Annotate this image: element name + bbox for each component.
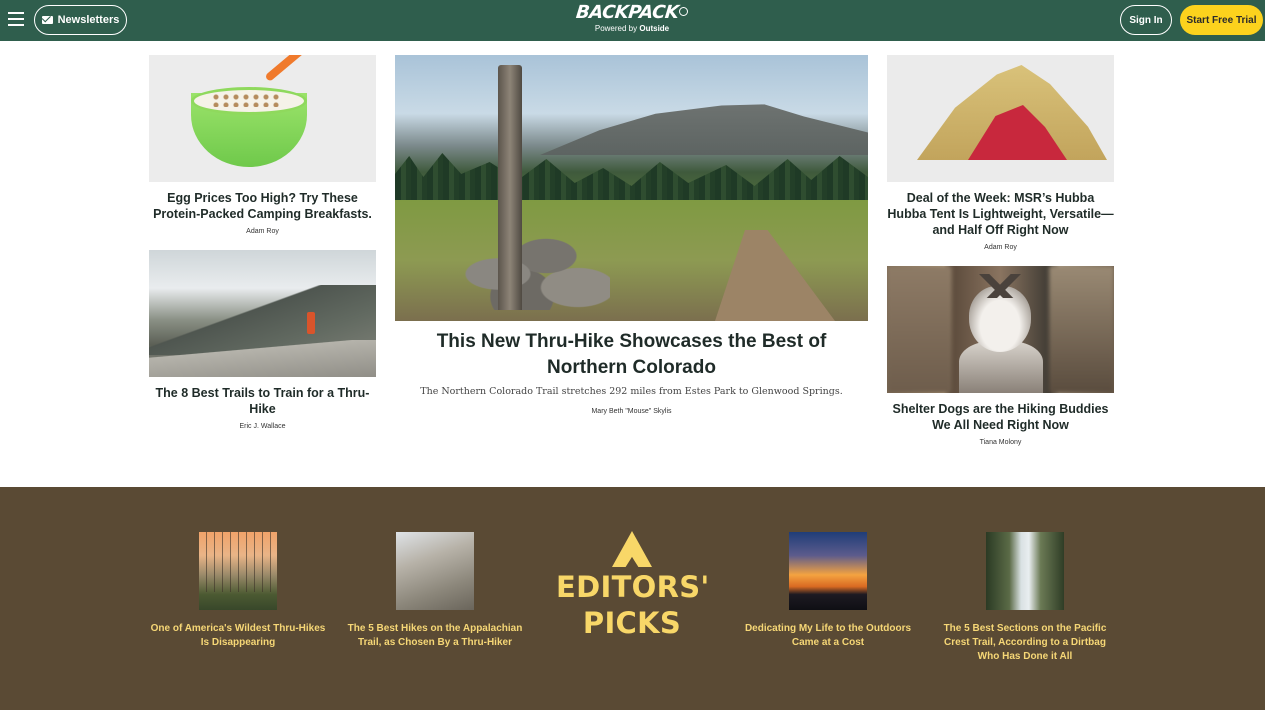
hero-dek: The Northern Colorado Trail stretches 29… xyxy=(420,386,843,397)
tent-icon xyxy=(612,531,652,567)
article-image[interactable] xyxy=(149,55,376,182)
article-author[interactable]: Eric J. Wallace xyxy=(149,423,376,430)
pick-title[interactable]: One of America's Wildest Thru-Hikes Is D… xyxy=(148,622,328,650)
sign-in-button[interactable]: Sign In xyxy=(1120,5,1172,35)
article-title[interactable]: The 8 Best Trails to Train for a Thru-Hi… xyxy=(149,385,376,417)
article-author[interactable]: Tiana Molony xyxy=(887,439,1114,446)
hero-image[interactable] xyxy=(395,55,868,321)
site-header: Newsletters BACKPACK Powered by Outside … xyxy=(0,0,1265,41)
pick-title[interactable]: Dedicating My Life to the Outdoors Came … xyxy=(738,622,918,650)
hero-title[interactable]: This New Thru-Hike Showcases the Best of… xyxy=(435,329,828,381)
article-title[interactable]: Egg Prices Too High? Try These Protein-P… xyxy=(149,190,376,222)
hero-article-card[interactable]: This New Thru-Hike Showcases the Best of… xyxy=(395,55,868,420)
article-author[interactable]: Adam Roy xyxy=(149,228,376,235)
article-card-egg-breakfasts[interactable]: Egg Prices Too High? Try These Protein-P… xyxy=(149,55,376,240)
article-card-tent-deal[interactable]: Deal of the Week: MSR’s Hubba Hubba Tent… xyxy=(887,55,1114,255)
pick-title[interactable]: The 5 Best Sections on the Pacific Crest… xyxy=(935,622,1115,664)
article-card-best-trails[interactable]: The 8 Best Trails to Train for a Thru-Hi… xyxy=(149,250,376,435)
logo-wordmark: BACKPACK xyxy=(574,2,680,23)
article-card-shelter-dogs[interactable]: Shelter Dogs are the Hiking Buddies We A… xyxy=(887,266,1114,451)
newsletters-button[interactable]: Newsletters xyxy=(34,5,127,35)
editors-picks-heading: EDITORS' PICKS xyxy=(556,570,710,640)
article-image[interactable] xyxy=(887,55,1114,182)
article-image[interactable] xyxy=(149,250,376,377)
editors-picks-logo: EDITORS' PICKS xyxy=(556,531,710,641)
site-logo[interactable]: BACKPACK Powered by Outside xyxy=(566,2,698,34)
mail-icon xyxy=(41,16,53,24)
menu-icon[interactable] xyxy=(8,12,24,26)
start-free-trial-button[interactable]: Start Free Trial xyxy=(1180,5,1263,35)
article-image[interactable] xyxy=(887,266,1114,393)
hero-author[interactable]: Mary Beth "Mouse" Skylis xyxy=(395,408,868,415)
logo-tagline: Powered by Outside xyxy=(594,24,670,33)
pick-title[interactable]: The 5 Best Hikes on the Appalachian Trai… xyxy=(345,622,525,650)
logo-compass-icon xyxy=(679,7,689,16)
newsletters-label: Newsletters xyxy=(57,14,120,26)
pick-thumbnail[interactable] xyxy=(396,532,474,610)
article-title[interactable]: Deal of the Week: MSR’s Hubba Hubba Tent… xyxy=(887,190,1114,238)
article-author[interactable]: Adam Roy xyxy=(887,244,1114,251)
pick-thumbnail[interactable] xyxy=(199,532,277,610)
article-title[interactable]: Shelter Dogs are the Hiking Buddies We A… xyxy=(887,401,1114,433)
pick-thumbnail[interactable] xyxy=(986,532,1064,610)
pick-thumbnail[interactable] xyxy=(789,532,867,610)
